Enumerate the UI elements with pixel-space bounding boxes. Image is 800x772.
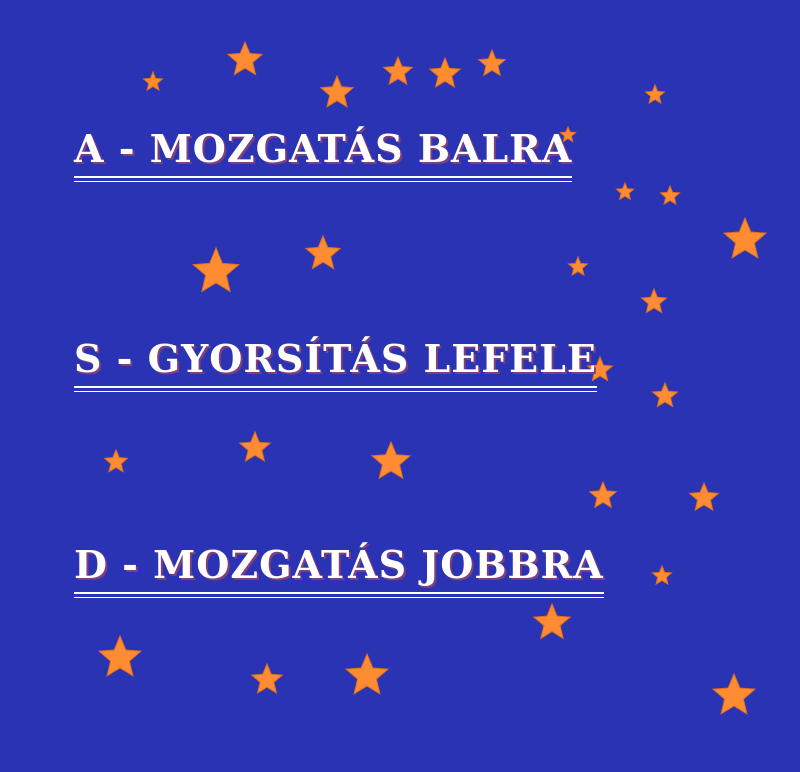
star-icon bbox=[659, 184, 681, 206]
star-icon bbox=[238, 430, 272, 462]
star-icon bbox=[191, 246, 241, 293]
star-icon bbox=[304, 234, 342, 270]
star-icon bbox=[142, 70, 164, 92]
star-icon bbox=[588, 480, 618, 509]
star-icon bbox=[651, 381, 679, 408]
star-icon bbox=[651, 564, 673, 586]
star-icon bbox=[722, 216, 768, 259]
star-icon bbox=[688, 481, 720, 512]
star-icon bbox=[477, 48, 507, 77]
star-icon bbox=[640, 287, 668, 314]
star-icon bbox=[344, 652, 390, 695]
control-speed-down: S - GYORSÍTÁS LEFELE bbox=[74, 340, 597, 392]
star-icon bbox=[711, 672, 757, 715]
star-icon bbox=[532, 602, 572, 640]
star-icon bbox=[370, 440, 412, 480]
star-icon bbox=[250, 662, 284, 694]
star-icon bbox=[567, 255, 589, 277]
controls-screen: A - MOZGATÁS BALRA S - GYORSÍTÁS LEFELE … bbox=[0, 0, 800, 772]
star-icon bbox=[226, 40, 264, 76]
star-icon bbox=[319, 74, 355, 108]
star-icon bbox=[103, 448, 129, 473]
star-icon bbox=[382, 55, 414, 86]
control-move-left: A - MOZGATÁS BALRA bbox=[74, 130, 573, 182]
star-icon bbox=[644, 83, 666, 105]
star-icon bbox=[428, 56, 462, 88]
control-move-right: D - MOZGATÁS JOBBRA bbox=[74, 546, 604, 598]
star-icon bbox=[615, 181, 635, 201]
star-icon bbox=[97, 634, 143, 677]
